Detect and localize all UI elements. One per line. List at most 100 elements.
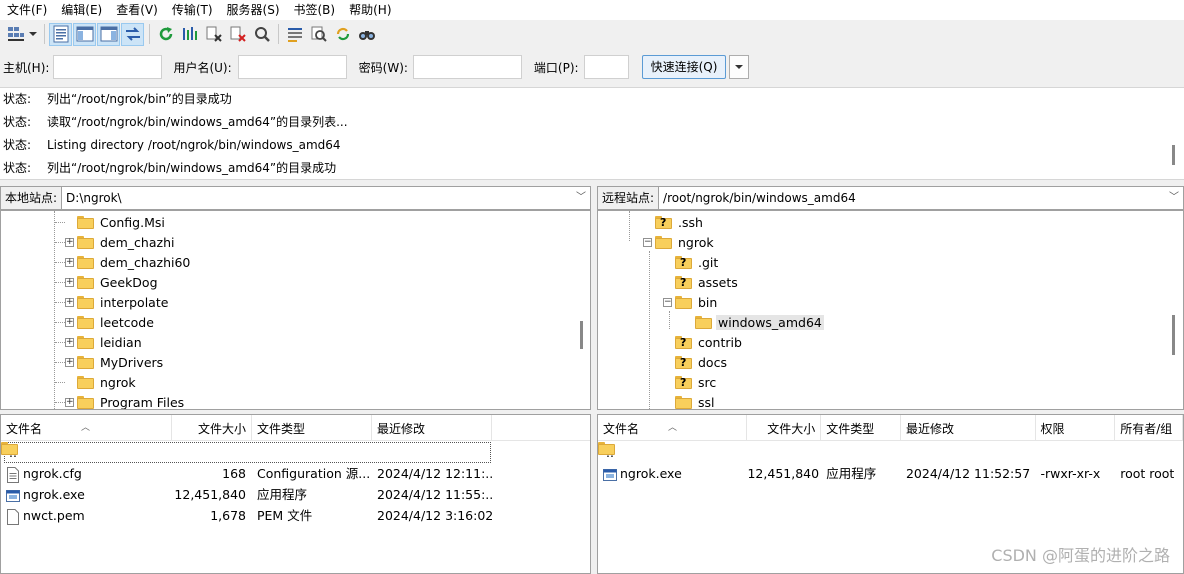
menu-server[interactable]: 服务器(S): [220, 0, 287, 20]
local-tree-item[interactable]: + MyDrivers: [65, 352, 165, 372]
tree-guide: [55, 302, 65, 303]
expand-toggle[interactable]: +: [65, 357, 74, 367]
expand-toggle[interactable]: +: [65, 257, 74, 267]
local-tree-item[interactable]: + leidian: [65, 332, 144, 352]
column-header-modified[interactable]: 最近修改: [372, 415, 492, 441]
local-tree-item[interactable]: + dem_chazhi: [65, 232, 176, 252]
tree-item-label: assets: [698, 274, 738, 290]
sync-browse-icon[interactable]: [331, 23, 354, 46]
column-header-owner[interactable]: 所有者/组: [1115, 415, 1183, 441]
file-row[interactable]: ngrok.exe 12,451,840 应用程序 2024/4/12 11:52:5…: [598, 463, 1183, 484]
local-tree-item[interactable]: + leetcode: [65, 312, 156, 332]
menu-edit[interactable]: 编辑(E): [54, 0, 109, 20]
process-queue-icon[interactable]: [178, 23, 201, 46]
remote-tree-item[interactable]: ? src: [663, 372, 718, 392]
expand-toggle[interactable]: +: [65, 337, 74, 347]
refresh-icon[interactable]: [154, 23, 177, 46]
transfer-queue-icon[interactable]: [121, 22, 144, 46]
local-tree-item[interactable]: + interpolate: [65, 292, 170, 312]
chevron-down-icon[interactable]: ﹀: [1169, 187, 1179, 209]
chevron-down-icon[interactable]: ﹀: [576, 187, 586, 209]
menu-bookmarks[interactable]: 书签(B): [287, 0, 343, 20]
local-path-input[interactable]: D:\ngrok\ ﹀: [62, 186, 591, 210]
menu-help[interactable]: 帮助(H): [342, 0, 398, 20]
dropdown-arrow-icon[interactable]: [28, 23, 38, 46]
column-header-filesize[interactable]: 文件大小: [747, 415, 822, 441]
column-header-filesize[interactable]: 文件大小: [172, 415, 252, 441]
site-manager-icon[interactable]: [4, 23, 27, 46]
tree-item-label: dem_chazhi60: [100, 254, 191, 270]
local-tree-scrollbar[interactable]: [580, 321, 583, 349]
local-tree-item[interactable]: ngrok: [65, 372, 138, 392]
cancel-icon[interactable]: [202, 23, 225, 46]
tree-guide: [55, 362, 65, 363]
file-owner-text: root root: [1120, 466, 1175, 481]
column-header-permissions[interactable]: 权限: [1036, 415, 1116, 441]
file-row[interactable]: nwct.pem 1,678 PEM 文件 2024/4/12 3:16:02: [1, 505, 590, 526]
file-row[interactable]: ngrok.cfg 168 Configuration 源... 2024/4/12 …: [1, 463, 590, 484]
tree-item-label: leidian: [100, 334, 142, 350]
remote-tree-item[interactable]: ? contrib: [663, 332, 744, 352]
file-row[interactable]: ngrok.exe 12,451,840 应用程序 2024/4/12 11:55:.…: [1, 484, 590, 505]
column-header-filetype[interactable]: 文件类型: [252, 415, 372, 441]
remote-path-input[interactable]: /root/ngrok/bin/windows_amd64 ﹀: [659, 186, 1184, 210]
remote-path-text: /root/ngrok/bin/windows_amd64: [663, 191, 856, 205]
remote-tree-item[interactable]: ? assets: [663, 272, 740, 292]
log-scrollbar[interactable]: [1172, 145, 1175, 165]
local-tree-item[interactable]: + Program Files: [65, 392, 186, 409]
local-tree-item[interactable]: + GeekDog: [65, 272, 160, 292]
file-owner: root root: [1115, 463, 1183, 484]
user-input[interactable]: [237, 55, 347, 79]
folder-icon: [77, 315, 94, 329]
search-files-icon[interactable]: [355, 23, 378, 46]
remote-tree-item[interactable]: ssl: [663, 392, 717, 409]
remote-tree-item[interactable]: − bin: [663, 292, 719, 312]
log-message: 列出“/root/ngrok/bin”的目录成功: [47, 92, 232, 106]
file-name-text: ngrok.exe: [620, 466, 682, 481]
host-input[interactable]: [53, 55, 163, 79]
folder-icon: [77, 395, 94, 409]
menu-view[interactable]: 查看(V): [109, 0, 165, 20]
remote-tree-scrollbar[interactable]: [1172, 315, 1175, 355]
menu-transfer[interactable]: 传输(T): [165, 0, 220, 20]
sort-arrow-icon: ︿: [668, 423, 678, 433]
file-modified: [901, 442, 1036, 463]
remote-tree-item[interactable]: windows_amd64: [683, 312, 824, 332]
folder-icon: [77, 355, 94, 369]
file-row[interactable]: ..: [598, 442, 1183, 463]
compare-icon[interactable]: [307, 23, 330, 46]
quickconnect-button[interactable]: 快速连接(Q): [641, 55, 727, 79]
remote-list-header: 文件名 ︿ 文件大小 文件类型 最近修改 权限 所有者/组: [598, 415, 1183, 441]
expand-toggle[interactable]: +: [65, 237, 74, 247]
column-header-filetype[interactable]: 文件类型: [821, 415, 901, 441]
remote-tree-item[interactable]: ? docs: [663, 352, 729, 372]
message-log-icon[interactable]: [49, 22, 72, 46]
expand-toggle[interactable]: +: [65, 297, 74, 307]
quickconnect-history-dropdown[interactable]: [729, 55, 750, 79]
port-input[interactable]: [583, 55, 629, 79]
column-header-filename[interactable]: 文件名 ︿: [1, 415, 172, 441]
local-tree-item[interactable]: + dem_chazhi60: [65, 252, 192, 272]
remote-tree-item[interactable]: ? .git: [663, 252, 720, 272]
log-key: 状态:: [3, 161, 32, 175]
expand-toggle[interactable]: +: [65, 397, 74, 407]
remote-tree-item[interactable]: ? .ssh: [643, 212, 705, 232]
expand-toggle[interactable]: +: [65, 277, 74, 287]
tree-item-label: GeekDog: [100, 274, 158, 290]
remote-tree-icon[interactable]: [97, 22, 120, 46]
file-type-text: PEM 文件: [257, 508, 313, 523]
column-header-modified[interactable]: 最近修改: [901, 415, 1036, 441]
collapse-toggle[interactable]: −: [643, 237, 652, 247]
local-tree-item[interactable]: Config.Msi: [65, 212, 167, 232]
expand-toggle[interactable]: +: [65, 317, 74, 327]
file-row[interactable]: ..: [1, 442, 590, 463]
collapse-toggle[interactable]: −: [663, 297, 672, 307]
remote-tree-item[interactable]: − ngrok: [643, 232, 716, 252]
menu-file[interactable]: 文件(F): [0, 0, 54, 20]
disconnect-icon[interactable]: [226, 23, 249, 46]
directory-filter-icon[interactable]: [283, 23, 306, 46]
password-input[interactable]: [412, 55, 522, 79]
local-tree-icon[interactable]: [73, 22, 96, 46]
reconnect-icon[interactable]: [250, 23, 273, 46]
column-header-filename[interactable]: 文件名 ︿: [598, 415, 748, 441]
